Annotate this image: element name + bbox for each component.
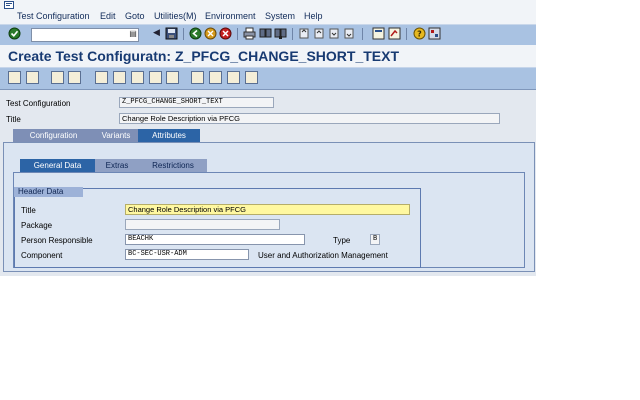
customize-layout-icon[interactable] [428,27,441,40]
where-used-icon[interactable] [191,71,204,84]
test-script-icon[interactable] [131,71,144,84]
back-icon[interactable] [189,27,202,40]
test-data-icon[interactable] [149,71,162,84]
log-icon[interactable] [209,71,222,84]
tab-general-data[interactable]: General Data [20,159,95,172]
standard-toolbar: ▤ ◀ ? [0,24,536,46]
find-next-icon[interactable] [274,27,287,40]
edit-icon[interactable] [51,71,64,84]
toolbar-separator [237,28,238,40]
cancel-icon[interactable] [219,27,232,40]
layout-icon[interactable] [245,71,258,84]
back-arrow-small-icon[interactable]: ◀ [150,27,163,40]
hd-title-input[interactable]: Change Role Description via PFCG [125,204,410,215]
command-field-dropdown-icon[interactable]: ▤ [129,28,137,40]
application-toolbar [0,67,536,90]
menu-help[interactable]: Help [304,11,323,21]
svg-text:?: ? [417,30,422,39]
menu-environment[interactable]: Environment [205,11,256,21]
toolbar-separator [406,28,407,40]
last-page-icon[interactable] [343,27,356,40]
title-bar: Create Test Configuratn: Z_PFCG_CHANGE_S… [0,45,536,67]
page-title: Create Test Configuratn: Z_PFCG_CHANGE_S… [8,48,400,64]
copy-icon[interactable] [68,71,81,84]
test-configuration-field: Z_PFCG_CHANGE_SHORT_TEXT [119,97,274,108]
component-input[interactable]: BC-SEC-USR-ADM [125,249,249,260]
package-field [125,219,280,230]
sap-window: Test Configuration Edit Goto Utilities(M… [0,0,536,276]
header-data-title: Header Data [14,187,83,197]
variants-icon[interactable] [227,71,240,84]
toolbar-separator [292,28,293,40]
title-label: Title [6,115,21,124]
display-change-icon[interactable] [8,71,21,84]
tab-extras[interactable]: Extras [95,159,139,172]
first-page-icon[interactable] [298,27,311,40]
component-label: Component [21,251,63,260]
tab-restrictions[interactable]: Restrictions [139,159,207,172]
tab-configuration[interactable]: Configuration [13,129,94,142]
save-icon[interactable] [165,27,178,40]
title-field: Change Role Description via PFCG [119,113,500,124]
execute-icon[interactable] [95,71,108,84]
component-description: User and Authorization Management [258,251,388,260]
toolbar-separator [362,28,363,40]
enter-check-icon[interactable] [8,27,21,40]
create-session-icon[interactable] [372,27,385,40]
menu-goto[interactable]: Goto [125,11,145,21]
previous-page-icon[interactable] [313,27,326,40]
menu-system[interactable]: System [265,11,295,21]
command-field[interactable] [31,28,139,42]
test-configuration-label: Test Configuration [6,99,71,108]
package-label: Package [21,221,53,230]
shortcut-icon[interactable] [388,27,401,40]
menu-bar: Test Configuration Edit Goto Utilities(M… [0,0,536,24]
find-icon[interactable] [259,27,272,40]
tab-variants[interactable]: Variants [94,129,138,142]
documentation-icon[interactable] [113,71,126,84]
menu-edit[interactable]: Edit [100,11,116,21]
next-page-icon[interactable] [328,27,341,40]
tab-attributes[interactable]: Attributes [138,129,200,142]
system-data-icon[interactable] [166,71,179,84]
other-object-icon[interactable] [26,71,39,84]
toolbar-separator [183,28,184,40]
exit-icon[interactable] [204,27,217,40]
person-responsible-input[interactable]: BEACHK [125,234,305,245]
app-menu-icon[interactable] [4,1,14,9]
menu-test-configuration[interactable]: Test Configuration [17,11,90,21]
person-responsible-label: Person Responsible [21,236,93,245]
help-icon[interactable]: ? [413,27,426,40]
print-icon[interactable] [243,27,256,40]
menu-utilities[interactable]: Utilities(M) [154,11,197,21]
type-label: Type [333,236,351,245]
hd-title-label: Title [21,206,36,215]
type-field: B [370,234,380,245]
